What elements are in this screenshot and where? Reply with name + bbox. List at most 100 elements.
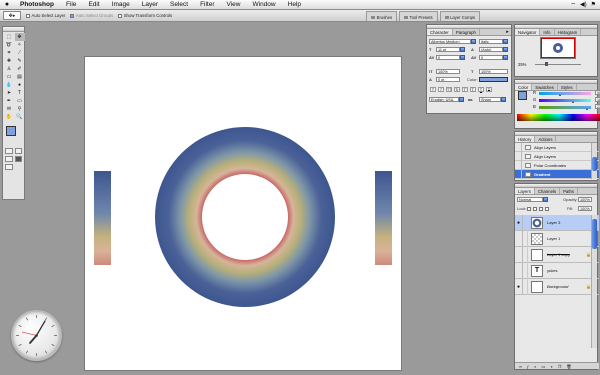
fill-field[interactable]: 100% bbox=[578, 206, 592, 211]
tab-character[interactable]: Character bbox=[427, 29, 453, 35]
red-slider-track[interactable] bbox=[539, 92, 591, 95]
tab-channels[interactable]: Channels bbox=[535, 188, 561, 194]
tab-info[interactable]: Info bbox=[540, 29, 555, 35]
history-item[interactable]: Align Layers bbox=[515, 142, 599, 152]
layer-row[interactable]: T yukes bbox=[515, 262, 599, 279]
volume-icon[interactable]: ◀) bbox=[580, 1, 587, 8]
tab-actions[interactable]: Actions bbox=[535, 136, 557, 142]
brush-tool-icon[interactable]: ✎ bbox=[15, 57, 25, 65]
blend-mode-field[interactable]: Normal bbox=[517, 197, 543, 202]
layer-name[interactable]: Layer 1 bbox=[547, 236, 560, 241]
tracking-dropdown-icon[interactable] bbox=[503, 55, 508, 60]
visibility-eye-icon[interactable]: ● bbox=[515, 278, 523, 295]
layer-link-cell[interactable] bbox=[523, 230, 528, 247]
menu-filter[interactable]: Filter bbox=[194, 1, 220, 8]
font-family-field[interactable]: Albertus Medium bbox=[429, 39, 471, 44]
blend-mode-dropdown-icon[interactable] bbox=[543, 197, 548, 202]
tab-histogram[interactable]: Histogram bbox=[555, 29, 582, 35]
green-slider-track[interactable] bbox=[539, 99, 591, 102]
crop-tool-icon[interactable]: ⌗ bbox=[4, 49, 14, 57]
well-tab-tool-presets[interactable]: Tool Presets bbox=[399, 11, 438, 21]
new-layer-icon[interactable]: ❐ bbox=[558, 364, 562, 369]
palette-menu-icon[interactable]: ▸ bbox=[504, 29, 511, 35]
type-tool-icon[interactable]: T bbox=[15, 89, 25, 97]
layer-link-cell[interactable] bbox=[523, 214, 528, 231]
layer-row[interactable]: ● Background 🔒 bbox=[515, 278, 599, 295]
font-style-dropdown-icon[interactable] bbox=[503, 39, 508, 44]
document-canvas[interactable] bbox=[85, 57, 401, 370]
baseline-shift-field[interactable]: 0 pt bbox=[436, 77, 460, 82]
tab-color[interactable]: Color bbox=[515, 84, 533, 90]
small-caps-button[interactable]: Tr bbox=[454, 87, 460, 92]
well-tab-brushes[interactable]: Brushes bbox=[366, 11, 398, 21]
history-item-selected[interactable]: Gradient bbox=[515, 169, 599, 179]
lock-position-checkbox[interactable] bbox=[539, 207, 543, 211]
new-group-icon[interactable]: ▭ bbox=[542, 364, 546, 369]
layer-mask-icon[interactable]: ◐ bbox=[534, 364, 536, 369]
history-snapshot-checkbox[interactable] bbox=[515, 160, 522, 170]
menu-edit[interactable]: Edit bbox=[82, 1, 105, 8]
color-spectrum-bar[interactable] bbox=[517, 114, 600, 121]
tab-navigator[interactable]: Navigator bbox=[515, 29, 541, 35]
slice-tool-icon[interactable]: ⟋ bbox=[15, 49, 25, 57]
apple-menu-icon[interactable]: ● bbox=[0, 1, 14, 8]
history-snapshot-checkbox[interactable] bbox=[515, 169, 522, 179]
leading-dropdown-icon[interactable] bbox=[503, 47, 508, 52]
eyedropper-tool-icon[interactable]: ⚲ bbox=[15, 105, 25, 113]
font-family-dropdown-icon[interactable] bbox=[471, 39, 476, 44]
text-color-swatch[interactable] bbox=[479, 77, 508, 82]
menu-file[interactable]: File bbox=[60, 1, 82, 8]
quick-mask-button[interactable] bbox=[14, 147, 22, 154]
all-caps-button[interactable]: TT bbox=[446, 87, 452, 92]
show-transform-controls-checkbox[interactable] bbox=[118, 13, 123, 18]
full-screen-button[interactable] bbox=[14, 155, 22, 162]
new-adjustment-icon[interactable]: ◑ bbox=[550, 364, 552, 369]
desktop-clock-widget[interactable] bbox=[11, 310, 62, 361]
menu-image[interactable]: Image bbox=[106, 1, 136, 8]
layer-link-cell[interactable] bbox=[523, 262, 528, 279]
font-size-dropdown-icon[interactable] bbox=[460, 47, 465, 52]
healing-brush-icon[interactable]: ✚ bbox=[4, 57, 14, 65]
layer-row[interactable]: Layer 1 bbox=[515, 230, 599, 247]
red-slider-knob[interactable] bbox=[559, 94, 561, 96]
layers-scroll-thumb[interactable] bbox=[592, 219, 597, 249]
lock-pixels-checkbox[interactable] bbox=[533, 207, 537, 211]
blue-slider-knob[interactable] bbox=[586, 108, 588, 110]
blur-tool-icon[interactable]: 💧 bbox=[4, 81, 14, 89]
tab-paragraph[interactable]: Paragraph bbox=[453, 29, 480, 35]
eraser-tool-icon[interactable]: ▭ bbox=[4, 73, 14, 81]
faux-italic-button[interactable]: T bbox=[438, 87, 444, 92]
visibility-eye-cell[interactable] bbox=[515, 246, 523, 263]
layer-link-cell[interactable] bbox=[523, 278, 528, 295]
hand-tool-icon[interactable]: ✋ bbox=[4, 113, 14, 121]
foreground-color-swatch[interactable] bbox=[6, 125, 16, 136]
dodge-tool-icon[interactable]: ● bbox=[15, 81, 25, 89]
opacity-field[interactable]: 100% bbox=[578, 197, 592, 202]
gradient-tool-icon[interactable]: ▤ bbox=[15, 73, 25, 81]
move-tool-icon[interactable]: ✥ bbox=[14, 33, 25, 41]
underline-button[interactable]: T bbox=[478, 87, 484, 92]
layer-style-icon[interactable]: ƒ bbox=[527, 364, 529, 369]
navigator-view-box[interactable] bbox=[541, 38, 575, 58]
menu-select[interactable]: Select bbox=[164, 1, 194, 8]
shape-tool-icon[interactable]: ▭ bbox=[15, 97, 25, 105]
font-size-field[interactable]: 11 pt bbox=[436, 47, 460, 52]
history-snapshot-checkbox[interactable] bbox=[515, 151, 522, 161]
strikethrough-button[interactable]: T bbox=[486, 87, 492, 92]
menu-window[interactable]: Window bbox=[247, 1, 282, 8]
history-brush-icon[interactable]: ✐ bbox=[15, 65, 25, 73]
notes-tool-icon[interactable]: ✉ bbox=[4, 105, 14, 113]
history-item[interactable]: Polar Coordinates bbox=[515, 160, 599, 170]
standard-mode-button[interactable] bbox=[5, 147, 13, 154]
history-snapshot-checkbox[interactable] bbox=[515, 142, 522, 152]
wifi-icon[interactable]: ⌔ bbox=[570, 1, 576, 9]
layer-row[interactable]: ● Layer 3 bbox=[515, 214, 599, 231]
layers-scrollbar[interactable] bbox=[591, 215, 597, 348]
menu-photoshop[interactable]: Photoshop bbox=[14, 1, 60, 8]
delete-layer-icon[interactable]: 🗑 bbox=[566, 364, 571, 369]
lock-transparency-checkbox[interactable] bbox=[527, 207, 531, 211]
well-tab-layer-comps[interactable]: Layer Comps bbox=[439, 11, 480, 21]
vertical-scale-field[interactable]: 100% bbox=[436, 69, 460, 74]
auto-select-layer-option[interactable]: Auto Select Layer bbox=[26, 13, 65, 18]
history-scrollbar[interactable] bbox=[591, 143, 597, 179]
